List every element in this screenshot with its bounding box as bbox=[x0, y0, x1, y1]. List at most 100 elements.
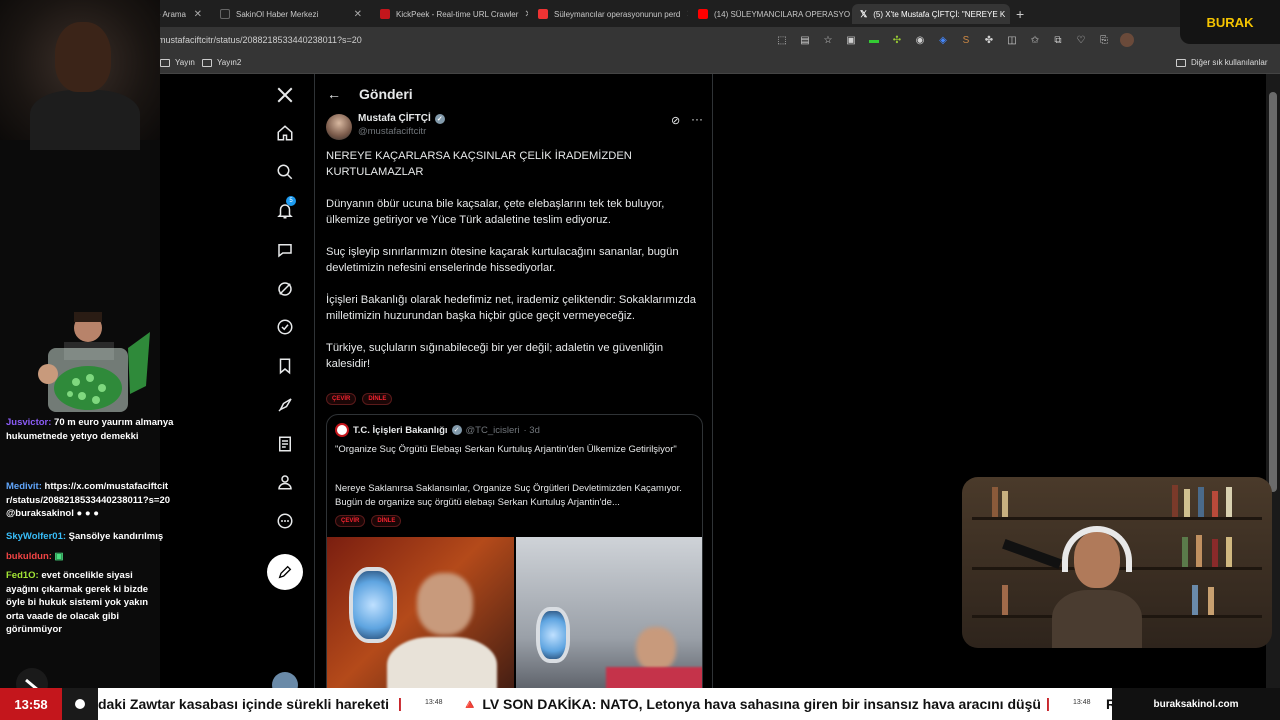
webcam-overlay-streamer bbox=[962, 477, 1272, 648]
webcam-overlay-top-left bbox=[0, 0, 160, 150]
chat-message: Fed1O: evet öncelikle siyasi ayağını çık… bbox=[6, 570, 149, 635]
more-options-icon[interactable]: ··· bbox=[691, 112, 703, 126]
grok-icon[interactable]: ⊘ bbox=[671, 114, 680, 127]
folder-icon bbox=[160, 58, 170, 67]
verified-badge-icon: ✓ bbox=[434, 113, 445, 124]
bookmarks-bar: Yayın Yayın2 Diğer sık kullanılanlar bbox=[0, 54, 1280, 74]
news-ticker: 13:58 daki Zawtar kasabası içinde sürekl… bbox=[0, 688, 1280, 720]
quote-image-2[interactable] bbox=[516, 537, 702, 688]
bookmark-yayin[interactable]: Yayın bbox=[160, 58, 195, 67]
url-text[interactable]: mustafaciftcitr/status/20882185334402380… bbox=[158, 35, 362, 45]
quote-image-1[interactable] bbox=[327, 537, 514, 688]
post-header: ← Gönderi bbox=[315, 74, 712, 114]
quote-actions-pills: ÇEVİR DİNLE bbox=[335, 515, 402, 527]
quoted-tweet[interactable]: T.C. İçişleri Bakanlığı ✓ @TC_icisleri ·… bbox=[326, 414, 703, 688]
home-icon[interactable] bbox=[274, 122, 296, 144]
close-icon[interactable]: ✕ bbox=[194, 9, 202, 20]
quote-text: Nereye Saklanırsa Saklansınlar, Organize… bbox=[335, 483, 682, 508]
tab-favicon-icon bbox=[538, 9, 548, 19]
folder-icon bbox=[1176, 58, 1186, 67]
notification-badge: 5 bbox=[286, 196, 296, 206]
new-tab-button[interactable]: + bbox=[1016, 6, 1024, 22]
star-icon[interactable]: ☆ bbox=[821, 33, 835, 47]
listen-button[interactable]: DİNLE bbox=[371, 515, 402, 527]
bookmark-icon[interactable] bbox=[274, 355, 296, 377]
extension-icon[interactable]: ▬ bbox=[867, 33, 881, 47]
headset-icon bbox=[1062, 526, 1132, 572]
x-logo-icon: 𝕏 bbox=[860, 8, 868, 19]
extension-toolbar: ⬚ ▤ ☆ ▣ ▬ ✣ ◉ ◈ S ✤ ◫ ✩ ⧉ ♡ ⎘ bbox=[775, 33, 1134, 47]
extension-icon[interactable]: ◉ bbox=[913, 33, 927, 47]
author-avatar[interactable] bbox=[326, 114, 352, 140]
ticker-separator: | bbox=[1046, 695, 1050, 711]
address-bar[interactable]: mustafaciftcitr/status/20882185334402380… bbox=[0, 27, 1280, 54]
screenshot-icon[interactable]: ⬚ bbox=[775, 33, 789, 47]
author-name[interactable]: Mustafa ÇİFTÇİ ✓ bbox=[358, 113, 445, 124]
close-icon[interactable]: ✕ bbox=[354, 9, 362, 20]
ticker-item: 🔺 LV SON DAKİKA: NATO, Letonya hava saha… bbox=[461, 696, 1041, 712]
x-sidebar-nav: 5 bbox=[258, 74, 314, 698]
heart-icon[interactable]: ♡ bbox=[1074, 33, 1088, 47]
extension-icon[interactable]: ▣ bbox=[844, 33, 858, 47]
quote-title: "Organize Suç Örgütü Elebaşı Serkan Kurt… bbox=[335, 444, 677, 455]
listen-button[interactable]: DİNLE bbox=[362, 393, 393, 405]
back-arrow-icon[interactable]: ← bbox=[327, 86, 341, 102]
reader-icon[interactable]: ▤ bbox=[798, 33, 812, 47]
search-icon[interactable] bbox=[274, 161, 296, 183]
rocket-icon[interactable] bbox=[274, 394, 296, 416]
tweet-text: NEREYE KAÇARLARSA KAÇSINLAR ÇELİK İRADEM… bbox=[326, 150, 696, 370]
bookmark-other[interactable]: Diğer sık kullanılanlar bbox=[1176, 58, 1267, 67]
profile-avatar[interactable] bbox=[1120, 33, 1134, 47]
lists-icon[interactable] bbox=[274, 433, 296, 455]
scroll-thumb[interactable] bbox=[1269, 92, 1277, 492]
chat-message: Jusvictor: 70 m euro yaurım almanya huku… bbox=[6, 417, 174, 442]
collections-icon[interactable]: ⧉ bbox=[1051, 33, 1065, 47]
translate-button[interactable]: ÇEVİR bbox=[335, 515, 366, 527]
tab-x-active[interactable]: 𝕏 (5) X'te Mustafa ÇİFTÇİ: "NEREYE K✕ bbox=[852, 4, 1010, 24]
close-icon[interactable]: ✕ bbox=[524, 9, 528, 20]
tab-kickpeek[interactable]: KickPeek - Real-time URL Crawler✕ bbox=[372, 4, 528, 24]
author-handle[interactable]: @mustafaciftcitr bbox=[358, 126, 426, 137]
tab-favicon-icon bbox=[220, 9, 230, 19]
mascot-sticker bbox=[38, 312, 150, 412]
streamer-brand: BURAK bbox=[1180, 0, 1280, 44]
x-post-column: ← Gönderi Mustafa ÇİFTÇİ ✓ @mustafaciftc… bbox=[314, 74, 713, 688]
tweet-actions-pills: ÇEVİR DİNLE bbox=[326, 393, 393, 405]
x-logo-icon[interactable] bbox=[274, 84, 296, 106]
verified-badge-icon: ✓ bbox=[451, 425, 462, 435]
extension-icon[interactable]: S bbox=[959, 33, 973, 47]
favorites-icon[interactable]: ✩ bbox=[1028, 33, 1042, 47]
chat-message: Medivit: https://x.com/mustafaciftcitr/s… bbox=[6, 481, 171, 519]
tab-favicon-icon bbox=[380, 9, 390, 19]
translate-button[interactable]: ÇEVİR bbox=[326, 393, 357, 405]
compose-icon bbox=[278, 565, 292, 579]
extension-icon[interactable]: ◈ bbox=[936, 33, 950, 47]
ticker-website: buraksakinol.com bbox=[1112, 688, 1280, 720]
ticker-time: 13:48 bbox=[425, 699, 443, 706]
more-icon[interactable] bbox=[274, 510, 296, 532]
verified-icon[interactable] bbox=[274, 316, 296, 338]
messages-icon[interactable] bbox=[274, 239, 296, 261]
quote-header: T.C. İçişleri Bakanlığı ✓ @TC_icisleri ·… bbox=[335, 423, 540, 437]
live-indicator-icon bbox=[62, 688, 98, 720]
grok-icon[interactable] bbox=[274, 278, 296, 300]
profile-icon[interactable] bbox=[274, 471, 296, 493]
close-icon[interactable]: ✕ bbox=[686, 9, 688, 20]
bookmark-yayin2[interactable]: Yayın2 bbox=[202, 58, 241, 67]
extension-icon[interactable]: ✣ bbox=[890, 33, 904, 47]
ticker-time: 13:48 bbox=[1073, 699, 1091, 706]
notifications-icon[interactable]: 5 bbox=[274, 196, 296, 222]
puzzle-icon[interactable]: ✤ bbox=[982, 33, 996, 47]
tab-youtube[interactable]: (14) SÜLEYMANCILARA OPERASYO✕ bbox=[690, 4, 850, 24]
ticker-clock: 13:58 bbox=[0, 688, 62, 720]
chat-message: SkyWolfer01: Şansölye kandırılmış bbox=[6, 531, 164, 542]
browser-tabstrip: - Arama ✕ SakinOl Haber Merkezi ✕ KickPeek… bbox=[0, 0, 1280, 27]
tab-sakinol[interactable]: SakinOl Haber Merkezi ✕ bbox=[212, 4, 370, 24]
tab-suleymancilar[interactable]: Süleymancılar operasyonunun perd✕ bbox=[530, 4, 688, 24]
screenshot-icon[interactable]: ⎘ bbox=[1097, 33, 1111, 47]
page-title: Gönderi bbox=[359, 86, 413, 102]
compose-post-button[interactable] bbox=[267, 554, 303, 590]
folder-icon bbox=[202, 58, 212, 67]
youtube-icon bbox=[698, 9, 708, 19]
split-icon[interactable]: ◫ bbox=[1005, 33, 1019, 47]
